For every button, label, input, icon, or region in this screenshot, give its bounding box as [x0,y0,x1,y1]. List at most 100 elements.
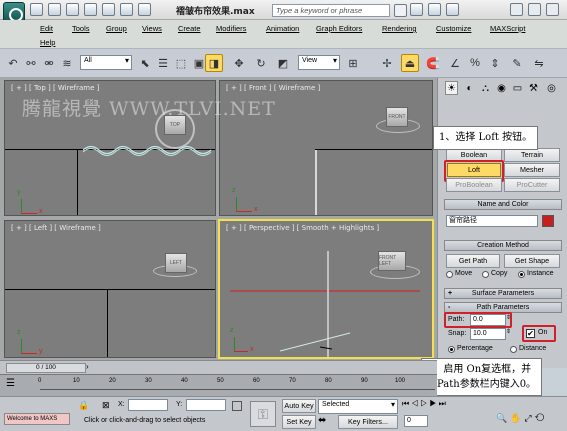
loft-button[interactable]: Loft [447,163,501,177]
move-icon[interactable]: ✥ [230,54,248,72]
minimize-icon[interactable] [510,3,523,16]
redo-icon[interactable] [102,3,115,16]
viewcube[interactable]: FRONT [386,107,408,127]
modify-tab-icon[interactable]: ◐ [463,81,476,95]
infocenter-icon[interactable] [410,3,423,16]
copy-radio[interactable] [482,271,489,278]
menu-views[interactable]: Views [142,24,162,33]
unlink-icon[interactable]: ⚮ [40,54,58,72]
select-manipulate-icon[interactable]: ✢ [378,54,396,72]
save-file-icon[interactable] [66,3,79,16]
bind-space-warp-icon[interactable]: ≋ [58,54,76,72]
menu-edit[interactable]: Edit [40,24,53,33]
named-selection-icon[interactable]: ✎ [508,54,526,72]
select-link-icon[interactable]: ⚯ [22,54,40,72]
menu-modifiers[interactable]: Modifiers [216,24,246,33]
next-frame-icon[interactable]: › [86,363,96,373]
viewport-left[interactable]: [ + ] [ Left ] [ Wireframe ] LEFT z y [4,220,216,358]
absolute-mode-icon[interactable]: ⊠ [102,400,116,412]
menu-rendering[interactable]: Rendering [382,24,417,33]
get-path-button[interactable]: Get Path [446,254,500,268]
path-spinner-arrows-icon[interactable]: ⇕ [506,314,511,321]
rectangular-selection-icon[interactable]: ⬚ [172,54,190,72]
playback-controls[interactable]: ⏮◁▷▶⏭ [402,399,492,412]
rotate-icon[interactable]: ↻ [252,54,270,72]
menu-maxscript[interactable]: MAXScript [490,24,525,33]
angle-snap-icon[interactable]: ∠ [446,54,464,72]
mesher-button[interactable]: Mesher [504,163,560,177]
on-checkbox[interactable]: ✔ [526,329,535,338]
terrain-button[interactable]: Terrain [504,148,560,162]
menu-animation[interactable]: Animation [266,24,299,33]
track-bar[interactable]: ☰ 0 10 20 30 40 50 60 70 80 90 100 [0,374,437,396]
utilities-tab-icon[interactable]: ⚒ [527,81,540,95]
dropdown-icon[interactable] [138,3,151,16]
distance-radio[interactable] [510,346,517,353]
undo-tool-icon[interactable]: ↶ [4,54,22,72]
new-file-icon[interactable] [30,3,43,16]
key-filter-icon[interactable]: ⬌ [318,415,334,429]
snap-toggle-icon[interactable]: 🧲 [424,54,442,72]
window-crossing-active-icon[interactable]: ◨ [205,54,223,72]
auto-key-button[interactable]: Auto Key [282,399,316,413]
create-tab-icon[interactable]: ☀ [445,81,458,95]
selection-set-dropdown[interactable]: Selected [318,399,398,414]
select-object-icon[interactable]: ⬉ [136,54,154,72]
percent-snap-icon[interactable]: % [466,54,484,72]
spinner-snap-icon[interactable]: ⇕ [486,54,504,72]
menu-customize[interactable]: Customize [436,24,471,33]
current-frame-field[interactable]: 0 [404,415,428,427]
viewport-nav-icons[interactable]: 🔍✋⤢⟲ [496,413,566,427]
help-icon[interactable] [446,3,459,16]
coord-y-field[interactable] [186,399,226,411]
set-key-button[interactable]: Set Key [282,415,316,429]
object-name-field[interactable]: 窗帘路径 [446,215,538,227]
lock-selection-icon[interactable]: 🔒 [78,400,92,412]
menu-graph-editors[interactable]: Graph Editors [316,24,362,33]
select-by-name-icon[interactable]: ☰ [154,54,172,72]
close-icon[interactable] [546,3,559,16]
percentage-radio[interactable] [448,346,455,353]
viewport-perspective[interactable]: [ + ] [ Perspective ] [ Smooth + Highlig… [218,219,434,359]
maximize-icon[interactable] [528,3,541,16]
maxscript-listener[interactable]: Welcome to MAXS [4,413,70,425]
menu-tools[interactable]: Tools [72,24,90,33]
creation-method-rollout[interactable]: Creation Method [444,240,562,251]
grid-setting-icon[interactable] [232,401,242,411]
surface-parameters-rollout[interactable]: + Surface Parameters [444,288,562,299]
search-input[interactable]: Type a keyword or phrase [272,4,390,17]
menu-group[interactable]: Group [106,24,127,33]
geometry-icon[interactable]: ◎ [545,81,558,95]
snap-spinner-field[interactable]: 10.0 [470,328,506,340]
favorites-icon[interactable] [428,3,441,16]
open-file-icon[interactable] [48,3,61,16]
display-tab-icon[interactable]: ▭ [511,81,524,95]
pivot-center-icon[interactable]: ⊞ [344,54,362,72]
undo-icon[interactable] [84,3,97,16]
path-spinner-field[interactable]: 0.0 [470,314,506,326]
project-folder-icon[interactable] [120,3,133,16]
hierarchy-tab-icon[interactable]: ⛬ [479,81,492,95]
get-shape-button[interactable]: Get Shape [504,254,560,268]
mirror-icon[interactable]: ⇋ [530,54,548,72]
search-icon[interactable] [394,4,407,17]
key-filters-button[interactable]: Key Filters... [338,415,398,429]
snap-spinner-arrows-icon[interactable]: ⇕ [506,328,511,335]
keyboard-shortcut-toggle-icon[interactable]: ⏏ [401,54,419,72]
time-slider[interactable]: 0 / 100 [6,363,86,373]
viewcube[interactable]: LEFT [165,253,187,273]
menu-help[interactable]: Help [40,38,55,47]
procutter-button[interactable]: ProCutter [504,178,560,192]
name-color-rollout[interactable]: Name and Color [444,199,562,210]
move-radio[interactable] [446,271,453,278]
selection-filter-dropdown[interactable]: All [80,55,132,70]
mini-curve-editor-icon[interactable]: ☰ [6,378,22,392]
coord-x-field[interactable] [128,399,168,411]
object-color-swatch[interactable] [542,215,554,227]
scale-icon[interactable]: ◩ [274,54,292,72]
reference-coord-dropdown[interactable]: View [298,55,340,70]
menu-create[interactable]: Create [178,24,201,33]
proboolean-button[interactable]: ProBoolean [446,178,502,192]
key-mode-icon[interactable]: ⚿ [250,401,276,427]
instance-radio[interactable] [518,271,525,278]
